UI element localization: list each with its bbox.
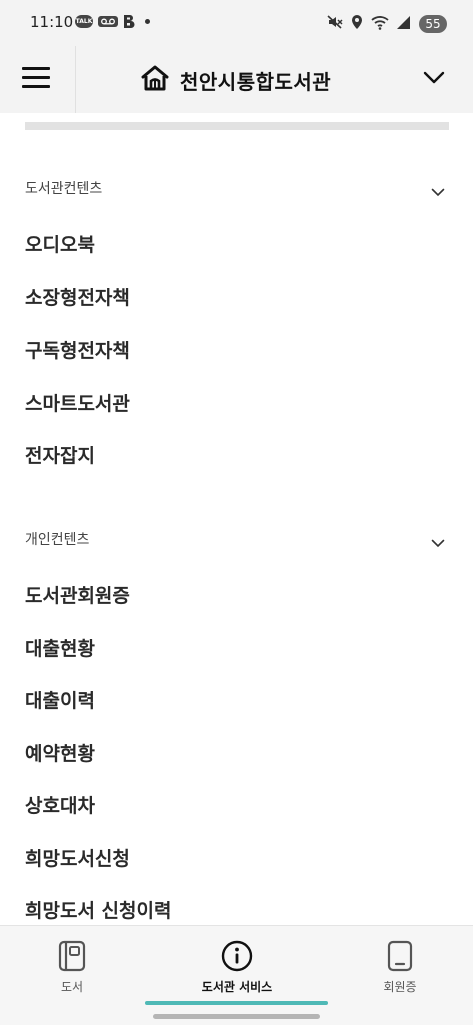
chevron-down-icon [431,533,445,552]
notification-dot-icon [145,18,150,24]
nav-label: 도서 [60,980,84,994]
gesture-handle[interactable] [153,1014,320,1019]
menu-item-library-card[interactable]: 도서관회원증 [25,581,130,608]
chevron-down-icon [431,182,445,201]
page-title: 천안시통합도서관 [180,69,332,94]
member-card-icon [340,940,460,972]
nav-item-member-card[interactable]: 회원증 [340,940,460,995]
mute-icon [327,14,343,34]
section-header[interactable]: 개인컨텐츠 [0,523,473,553]
active-tab-indicator [145,1001,328,1005]
section-title: 도서관컨텐츠 [25,181,103,197]
section-personal-contents: 개인컨텐츠 [0,523,473,553]
nav-item-library-services[interactable]: 도서관 서비스 [177,940,297,995]
status-right-icons: 55 [327,14,447,34]
brand[interactable]: 천안시통합도서관 [140,64,331,96]
menu-item-smart-library[interactable]: 스마트도서관 [25,389,130,416]
scroll-top-divider [25,122,449,130]
section-title: 개인컨텐츠 [25,532,90,548]
section-library-contents: 도서관컨텐츠 [0,172,473,202]
signal-icon [397,15,411,34]
b-app-icon [123,14,135,28]
library-home-icon [140,64,170,96]
menu-item-owned-ebook[interactable]: 소장형전자책 [25,283,130,310]
menu-item-book-request[interactable]: 희망도서신청 [25,844,130,871]
menu-item-reservation-status[interactable]: 예약현황 [25,739,95,766]
hamburger-menu-icon[interactable] [22,67,50,91]
status-bar: 11:10 TALK 55 [0,0,473,46]
menu-item-interlibrary-loan[interactable]: 상호대차 [25,791,95,818]
menu-item-emagazine[interactable]: 전자잡지 [25,441,95,468]
menu-item-loan-status[interactable]: 대출현황 [25,634,95,661]
info-icon [177,940,297,972]
nav-item-books[interactable]: 도서 [12,940,132,995]
menu-item-loan-history[interactable]: 대출이력 [25,686,95,713]
location-icon [351,14,363,34]
bottom-navigation: 도서 도서관 서비스 회원증 [0,925,473,1025]
nav-label: 회원증 [383,980,417,994]
app-header: 천안시통합도서관 [0,46,473,113]
wifi-icon [371,15,389,34]
menu-item-subscription-ebook[interactable]: 구독형전자책 [25,336,130,363]
header-divider [75,46,76,113]
battery-icon: 55 [419,15,447,33]
nav-label: 도서관 서비스 [201,980,273,994]
kakaotalk-icon: TALK [75,14,93,28]
section-header[interactable]: 도서관컨텐츠 [0,172,473,202]
menu-item-audiobook[interactable]: 오디오북 [25,230,95,257]
chevron-down-icon[interactable] [423,70,445,89]
book-icon [12,940,132,972]
status-left-icons: TALK [75,14,150,28]
status-time: 11:10 [30,13,74,31]
voicemail-icon [98,15,118,27]
menu-item-request-history[interactable]: 희망도서 신청이력 [25,896,171,923]
